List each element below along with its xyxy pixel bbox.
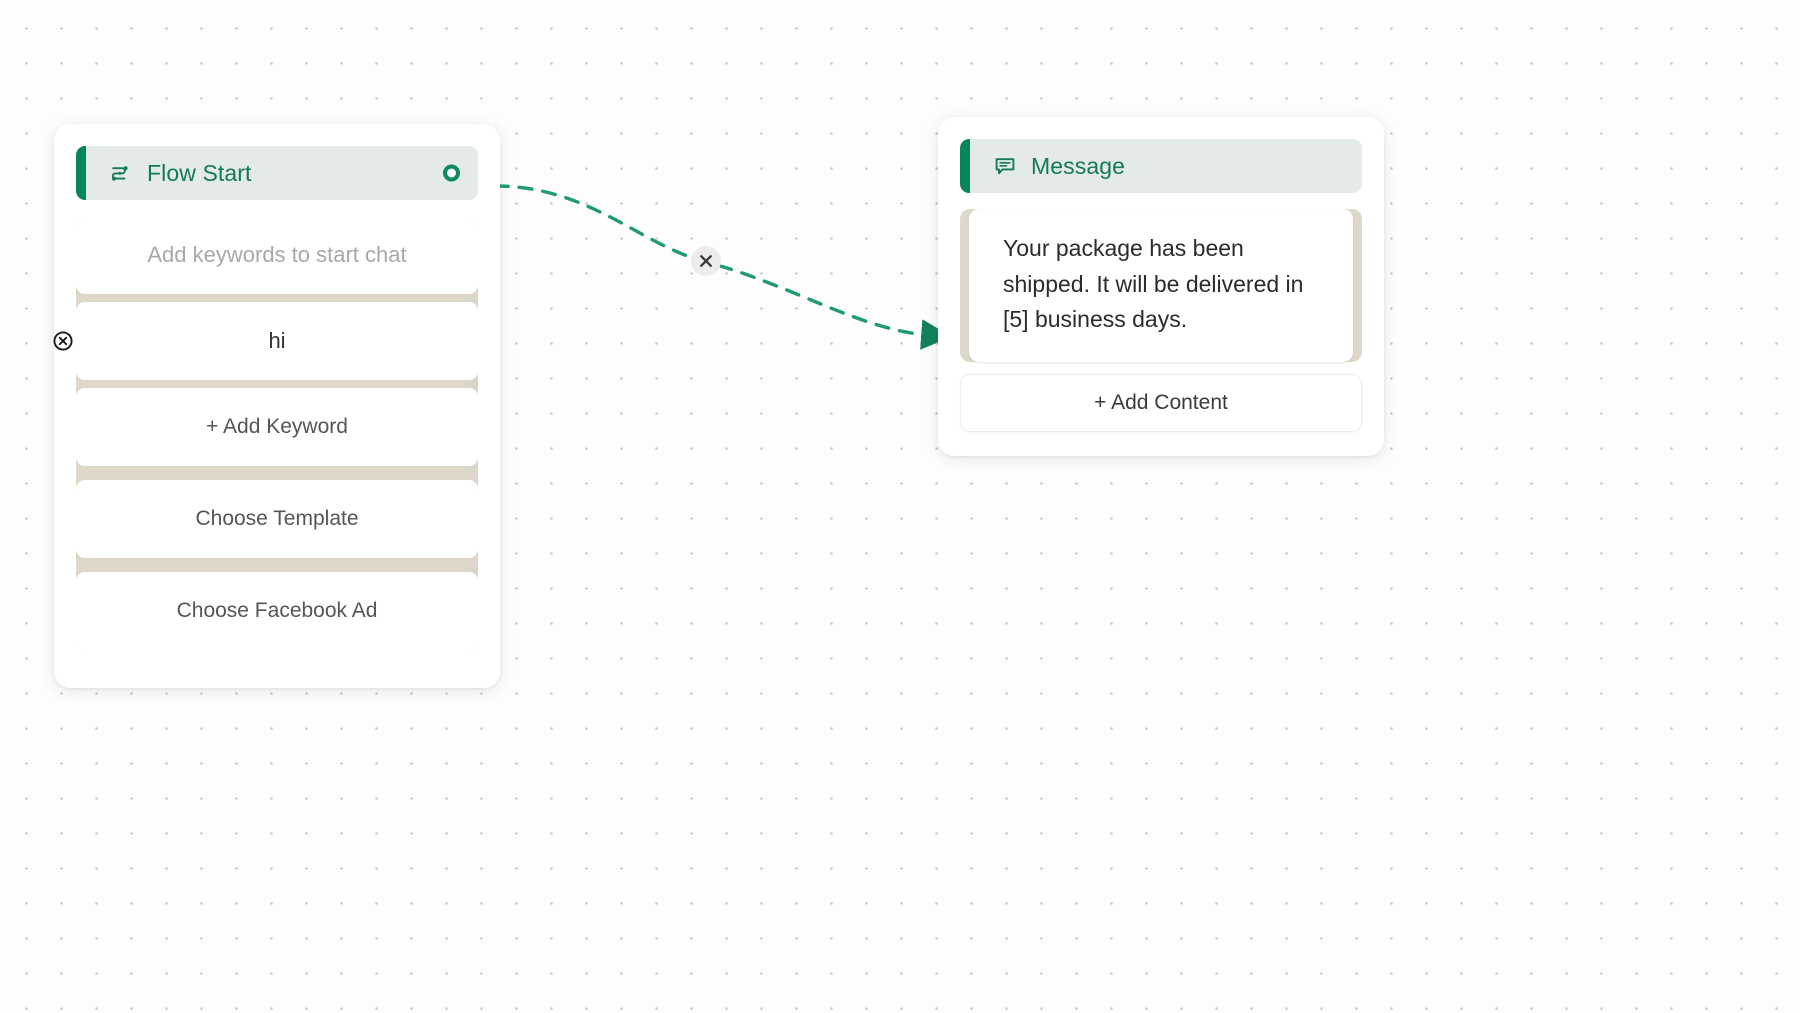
keyword-row-hi[interactable]: hi: [52, 302, 478, 380]
choose-facebook-ad-label: Choose Facebook Ad: [176, 599, 378, 622]
message-text-box[interactable]: Your package has been shipped. It will b…: [969, 209, 1353, 362]
add-content-label: + Add Content: [1094, 390, 1228, 414]
row-gap: [76, 294, 478, 302]
remove-circle-icon: [53, 331, 73, 351]
keywords-input-row[interactable]: Add keywords to start chat: [76, 216, 478, 294]
message-text: Your package has been shipped. It will b…: [1003, 235, 1310, 333]
choose-facebook-ad-button[interactable]: Choose Facebook Ad: [76, 572, 478, 650]
keywords-input-placeholder: Add keywords to start chat: [147, 242, 407, 267]
keyword-delete-button[interactable]: [52, 330, 74, 352]
edge-delete-button[interactable]: [691, 246, 721, 276]
message-header[interactable]: Message: [960, 139, 1362, 193]
add-keyword-label: + Add Keyword: [206, 415, 348, 438]
header-accent-bar: [960, 139, 970, 193]
chat-bubble-icon: [992, 153, 1018, 179]
node-flow-start[interactable]: Flow Start Add keywords to start chat hi…: [52, 124, 500, 688]
row-gap: [76, 380, 478, 388]
flow-start-title: Flow Start: [147, 159, 252, 186]
choose-template-label: Choose Template: [195, 507, 359, 530]
message-body: Your package has been shipped. It will b…: [960, 209, 1362, 362]
choose-template-button[interactable]: Choose Template: [76, 480, 478, 558]
flow-start-output-port[interactable]: [443, 164, 460, 182]
flow-start-icon: [108, 160, 134, 186]
add-keyword-button[interactable]: + Add Keyword: [76, 388, 478, 466]
add-content-button[interactable]: + Add Content: [960, 373, 1362, 432]
row-gap: [76, 466, 478, 480]
header-accent-bar: [76, 146, 86, 200]
flow-start-header[interactable]: Flow Start: [76, 146, 478, 200]
row-gap: [76, 558, 478, 572]
message-title: Message: [1031, 152, 1126, 179]
node-message[interactable]: Message Your package has been shipped. I…: [938, 117, 1384, 456]
close-icon: [700, 255, 712, 267]
keyword-value: hi: [268, 328, 286, 353]
flow-start-body: Add keywords to start chat hi + Add Keyw…: [52, 216, 478, 650]
